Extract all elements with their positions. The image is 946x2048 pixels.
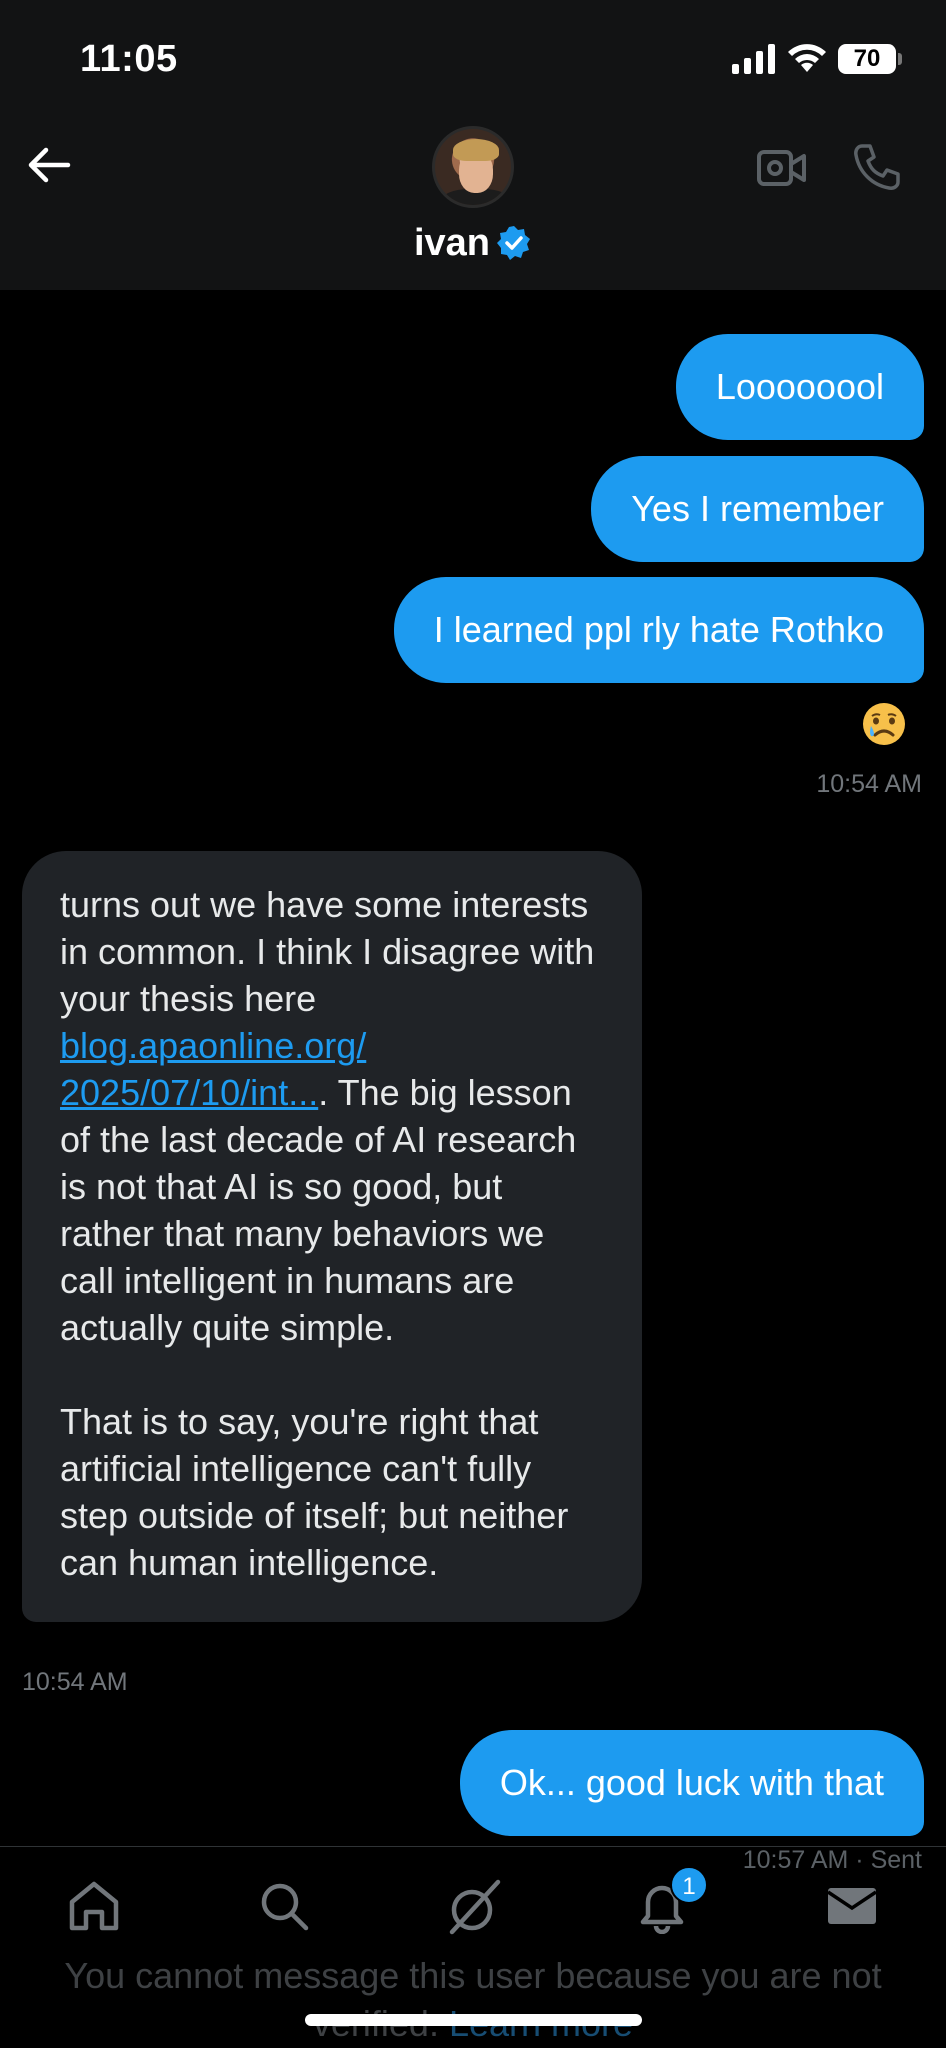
avatar[interactable] bbox=[432, 126, 514, 208]
notification-badge: 1 bbox=[670, 1866, 708, 1904]
grok-icon[interactable] bbox=[444, 1878, 504, 1938]
home-indicator[interactable] bbox=[305, 2014, 642, 2026]
status-time: 11:05 bbox=[80, 38, 178, 80]
contact-name-row[interactable]: ivan bbox=[0, 222, 946, 265]
home-icon[interactable] bbox=[66, 1878, 122, 1934]
search-icon[interactable] bbox=[256, 1878, 312, 1934]
message-text: Yes I remember bbox=[631, 488, 884, 529]
message-timestamp: 10:54 AM bbox=[816, 770, 922, 798]
delivery-status: · Sent bbox=[855, 1846, 922, 1874]
back-arrow-icon[interactable] bbox=[26, 142, 72, 188]
crying-reaction-icon[interactable] bbox=[860, 700, 908, 748]
message-text: Loooooool bbox=[715, 366, 884, 407]
video-call-icon[interactable] bbox=[756, 144, 808, 192]
battery-nub bbox=[898, 53, 902, 65]
phone-call-icon[interactable] bbox=[852, 142, 902, 192]
message-text: turns out we have some interests in comm… bbox=[60, 884, 595, 1019]
outgoing-message[interactable]: Loooooool bbox=[675, 334, 924, 440]
outgoing-message[interactable]: Ok... good luck with that bbox=[459, 1730, 924, 1836]
verified-badge-icon bbox=[497, 226, 531, 260]
outgoing-message[interactable]: Yes I remember bbox=[591, 456, 924, 562]
message-timestamp: 10:54 AM bbox=[22, 1668, 128, 1696]
message-text: Ok... good luck with that bbox=[499, 1762, 884, 1803]
outgoing-message[interactable]: I learned ppl rly hate Rothko bbox=[393, 577, 924, 683]
signal-icon bbox=[732, 44, 775, 74]
message-text: I learned ppl rly hate Rothko bbox=[433, 609, 884, 650]
composer-disabled-notice: You cannot message this user because you… bbox=[0, 1952, 946, 2048]
incoming-message[interactable]: turns out we have some interests in comm… bbox=[22, 851, 642, 1622]
message-timestamp: 10:57 AM · Sent bbox=[742, 1846, 922, 1874]
wifi-icon bbox=[788, 44, 826, 72]
message-text: That is to say, you're right that artifi… bbox=[60, 1401, 569, 1583]
contact-name: ivan bbox=[413, 222, 491, 264]
battery-indicator: 70 bbox=[838, 44, 896, 74]
message-text: . The big lesson of the last decade of A… bbox=[60, 1072, 577, 1348]
mail-icon[interactable] bbox=[824, 1878, 880, 1934]
